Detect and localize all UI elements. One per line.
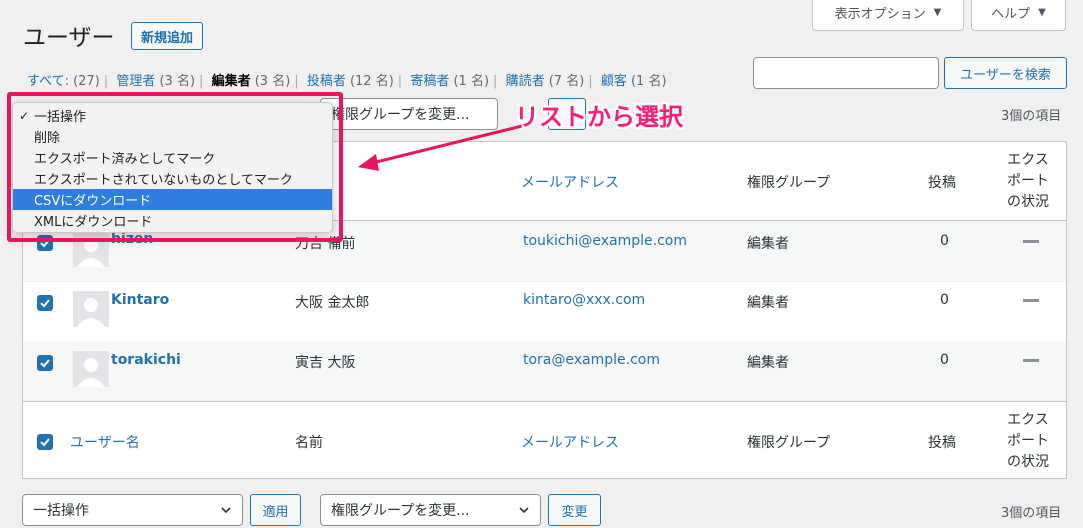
items-count-top: 3個の項目 — [1001, 109, 1062, 124]
column-header-export-status: エクス ポート の状況 — [1007, 152, 1049, 210]
change-role-button-bottom[interactable]: 変更 — [548, 494, 601, 526]
filter-editor[interactable]: 編集者 (3 名) — [212, 74, 291, 89]
filter-author[interactable]: 投稿者 (12 名) — [307, 74, 394, 89]
change-role-select-label: 権限グループを変更... — [331, 107, 470, 123]
row-username[interactable]: torakichi — [111, 352, 181, 368]
help-tab[interactable]: ヘルプ ▼ — [971, 0, 1066, 31]
row-checkbox[interactable] — [37, 295, 53, 311]
column-footer-name: 名前 — [295, 435, 323, 451]
row-checkbox[interactable] — [37, 355, 53, 371]
row-posts[interactable]: 0 — [940, 292, 949, 308]
apply-button-bottom[interactable]: 適用 — [250, 494, 301, 526]
chevron-down-icon — [221, 507, 231, 514]
annotation-label: リストから選択 — [515, 103, 683, 131]
change-role-select-label: 権限グループを変更... — [331, 503, 470, 519]
caret-down-icon: ▼ — [1038, 6, 1046, 18]
role-filter-links: すべて: (27) | 管理者 (3 名) | 編集者 (3 名) | 投稿者 (12… — [27, 74, 667, 89]
filter-subscriber[interactable]: 購読者 (7 名) — [506, 74, 585, 89]
search-users-button[interactable]: ユーザーを検索 — [944, 57, 1067, 89]
row-email[interactable]: toukichi@example.com — [523, 233, 687, 249]
dash-icon — [1023, 240, 1039, 243]
column-footer-email[interactable]: メールアドレス — [521, 432, 619, 452]
row-role: 編集者 — [747, 355, 789, 371]
row-posts[interactable]: 0 — [940, 233, 949, 249]
avatar — [73, 351, 109, 387]
avatar — [73, 291, 109, 327]
table-row: Kintaro 大阪 金太郎 kintaro@xxx.com 編集者 0 — [23, 281, 1066, 341]
column-footer-username[interactable]: ユーザー名 — [70, 432, 140, 452]
page-title: ユーザー — [23, 25, 115, 51]
row-role: 編集者 — [747, 236, 789, 252]
row-username[interactable]: Kintaro — [111, 292, 169, 308]
dash-icon — [1023, 359, 1039, 362]
filter-contributor[interactable]: 寄稿者 (1 名) — [410, 74, 489, 89]
change-role-select-top[interactable]: 権限グループを変更... — [320, 98, 498, 130]
change-role-select-bottom[interactable]: 権限グループを変更... — [320, 494, 541, 526]
row-email[interactable]: kintaro@xxx.com — [523, 292, 645, 308]
column-footer-export-status: エクス ポート の状況 — [1007, 412, 1049, 470]
column-header-email[interactable]: メールアドレス — [521, 172, 619, 192]
row-name: 寅吉 大阪 — [295, 355, 356, 371]
row-role: 編集者 — [747, 295, 789, 311]
row-posts[interactable]: 0 — [940, 352, 949, 368]
column-header-posts: 投稿 — [928, 175, 956, 191]
column-footer-role: 権限グループ — [747, 435, 831, 451]
bulk-action-select-bottom[interactable]: 一括操作 — [22, 494, 243, 526]
column-footer-posts: 投稿 — [928, 435, 956, 451]
filter-customer[interactable]: 顧客 (1 名) — [601, 74, 667, 89]
add-new-user-button[interactable]: 新規追加 — [131, 22, 204, 50]
chevron-down-icon — [519, 507, 529, 514]
select-all-checkbox-footer[interactable] — [37, 434, 53, 450]
filter-all[interactable]: すべて: (27) — [27, 74, 100, 89]
help-label: ヘルプ — [991, 6, 1031, 22]
bulk-action-select-label: 一括操作 — [33, 503, 89, 519]
row-email[interactable]: tora@example.com — [523, 352, 660, 368]
items-count-bottom: 3個の項目 — [1001, 506, 1062, 521]
user-search-input[interactable] — [753, 57, 939, 89]
screen-options-label: 表示オプション — [834, 6, 926, 22]
caret-down-icon: ▼ — [933, 6, 942, 18]
table-row: torakichi 寅吉 大阪 tora@example.com 編集者 0 — [23, 341, 1066, 401]
row-name: 大阪 金太郎 — [295, 295, 370, 311]
annotation-highlight-box — [7, 92, 343, 242]
column-header-role: 権限グループ — [747, 175, 831, 191]
screen-options-tab[interactable]: 表示オプション ▼ — [812, 0, 964, 31]
dash-icon — [1023, 299, 1039, 302]
filter-admin[interactable]: 管理者 (3 名) — [116, 74, 195, 89]
